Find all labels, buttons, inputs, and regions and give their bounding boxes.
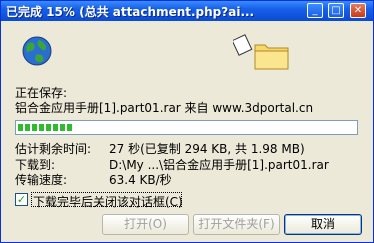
window-title: 已完成 15% (总共 attachment.php?ai... — [6, 5, 255, 19]
progress-block — [53, 124, 58, 131]
transfer-rate-label: 传输速度: — [15, 173, 68, 187]
saving-source: 铝合金应用手册[1].part01.rar 来自 www.3dportal.cn — [15, 101, 314, 115]
cancel-button[interactable]: 取消 — [284, 214, 362, 235]
transfer-rate-value: 63.4 KB/秒 — [109, 173, 172, 187]
download-progress-bar — [15, 120, 358, 135]
progress-block — [25, 124, 30, 131]
open-button[interactable]: 打开(O) — [102, 214, 189, 235]
close-when-done-label[interactable]: 下载完毕后关闭该对话框(C) — [33, 193, 183, 210]
close-button[interactable]: ✕ — [350, 3, 366, 18]
progress-block — [46, 124, 51, 131]
open-folder-button[interactable]: 打开文件夹(F) — [193, 214, 280, 235]
progress-block — [32, 124, 37, 131]
download-dialog: 已完成 15% (总共 attachment.php?ai... _ □ ✕ 正… — [0, 0, 374, 243]
minimize-button[interactable]: _ — [307, 3, 323, 18]
title-bar[interactable]: 已完成 15% (总共 attachment.php?ai... _ □ ✕ — [1, 1, 373, 21]
progress-block — [60, 124, 65, 131]
document-icon — [233, 34, 253, 56]
time-left-label: 估计剩余时间: — [15, 142, 92, 156]
progress-block — [39, 124, 44, 131]
maximize-button[interactable]: □ — [328, 3, 344, 18]
close-when-done-checkbox[interactable]: ✓ — [15, 193, 28, 206]
progress-block — [18, 124, 23, 131]
time-left-value: 27 秒(已复制 294 KB, 共 1.98 MB) — [109, 142, 305, 156]
globe-icon — [22, 36, 52, 66]
progress-block — [67, 124, 72, 131]
folder-icon — [233, 34, 289, 70]
